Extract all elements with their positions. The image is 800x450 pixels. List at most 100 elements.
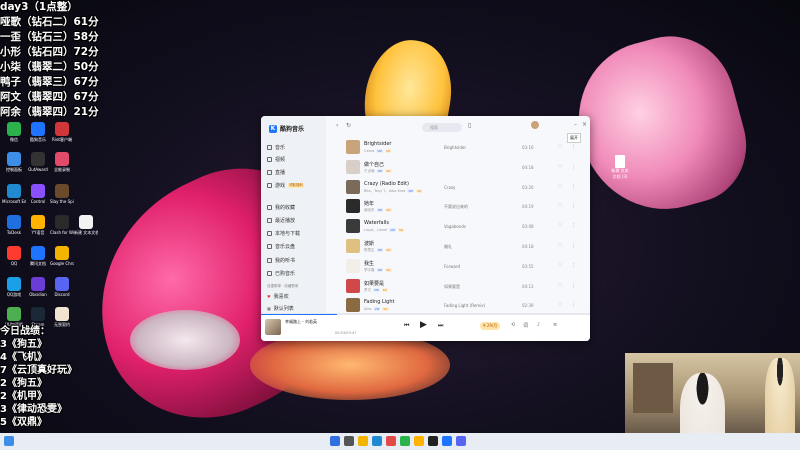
nav-item[interactable]: 我的收藏 <box>267 202 323 212</box>
progress-bar[interactable] <box>261 314 590 315</box>
song-album[interactable]: Forward <box>444 264 460 269</box>
more-icon[interactable]: ⋮ <box>571 223 576 229</box>
like-icon[interactable]: ♡ <box>558 223 562 229</box>
more-icon[interactable]: ⋮ <box>571 203 576 209</box>
prev-icon[interactable]: ⏮ <box>404 322 409 330</box>
promo-badge[interactable]: 领取福利 <box>288 182 305 188</box>
like-icon[interactable]: ♡ <box>558 263 562 269</box>
desktop-icon[interactable]: Slay the Spire 2 <box>50 184 74 204</box>
song-row[interactable]: Brightsider Ceara VIP SQ Brightsider 03:16… <box>326 138 590 158</box>
song-row[interactable]: 做个自己 于贞瑜 VIP SQ 04:18 ♡ ⋮ <box>326 158 590 178</box>
like-icon[interactable]: ♡ <box>558 144 562 150</box>
more-icon[interactable]: ⋮ <box>571 263 576 269</box>
album-cover[interactable] <box>265 319 281 335</box>
more-icon[interactable]: ⋮ <box>571 164 576 170</box>
desktop-icon[interactable]: UU加速器 <box>2 307 26 327</box>
windows-icon[interactable] <box>330 436 340 446</box>
desktop-icon[interactable]: Riot客户端 <box>50 122 74 142</box>
music-app-window[interactable]: K 酷狗音乐 音乐 视频 直播 游戏 领取福利 我的收藏 最近播放 本地与下载 音乐云盘 我的听书… <box>261 116 590 341</box>
desktop-icon[interactable]: Google Chrome <box>50 246 74 266</box>
desktop-icon[interactable]: 全能录制 <box>50 152 74 172</box>
desktop-icon[interactable]: Discord <box>50 277 74 297</box>
search-icon[interactable] <box>344 436 354 446</box>
nav-item[interactable]: 直播 <box>267 167 323 177</box>
song-album[interactable]: Crazy <box>444 185 455 190</box>
nav-item[interactable]: 本地与下载 <box>267 228 323 238</box>
queue-icon[interactable]: ≡ <box>553 322 557 328</box>
desktop-text-file[interactable]: 新建 文本文档 (3) <box>610 155 630 180</box>
song-album[interactable]: 婚礼 <box>444 244 452 250</box>
desktop-icon[interactable]: QQ <box>2 246 26 266</box>
mic-icon[interactable]: ▯ <box>468 122 471 129</box>
explorer-icon[interactable] <box>358 436 368 446</box>
nav-item[interactable]: 游戏 领取福利 <box>267 180 323 190</box>
like-icon[interactable]: ♡ <box>558 203 562 209</box>
app-icon-3[interactable] <box>428 436 438 446</box>
search-input[interactable]: 搜索 <box>422 123 462 132</box>
more-icon[interactable]: ⋮ <box>571 184 576 190</box>
start-icon[interactable] <box>4 436 14 446</box>
like-icon[interactable]: ♡ <box>558 164 562 170</box>
like-icon[interactable]: ♡ <box>558 302 562 308</box>
more-icon[interactable]: ⋮ <box>571 144 576 150</box>
back-icon[interactable]: ‹ <box>336 122 338 129</box>
like-icon[interactable]: ♡ <box>558 184 562 190</box>
nav-item[interactable]: 最近播放 <box>267 215 323 225</box>
edge-icon[interactable] <box>372 436 382 446</box>
discord-icon[interactable] <box>456 436 466 446</box>
song-album[interactable]: 不要说出来的 <box>444 204 468 210</box>
kugou-icon: K <box>269 124 277 133</box>
desktop-icon[interactable]: OutAward <box>26 152 50 172</box>
vip-badge[interactable]: ¥ 29/月 <box>480 322 501 330</box>
song-row[interactable]: 波斯 陈楚生 VIP SQ 婚礼 04:18 ♡ ⋮ <box>326 237 590 257</box>
desktop-icon[interactable]: Microsoft Edge <box>2 184 26 204</box>
nav-item[interactable]: 已购音乐 <box>267 268 323 278</box>
desktop-icon[interactable]: Obsidian <box>26 277 50 297</box>
desktop-icon[interactable]: YY语音 <box>26 215 50 235</box>
nav-item[interactable]: 视频 <box>267 154 323 164</box>
desktop-icon[interactable]: QQ游戏 <box>2 277 26 297</box>
song-row[interactable]: 如果要是 罗贝 VIP SQ 如果要是 04:13 ♡ ⋮ <box>326 277 590 297</box>
close-icon[interactable]: × <box>582 121 587 128</box>
song-row[interactable]: Waterfalls Lloyd、Lionel VIP SQ Vagabonds 0… <box>326 217 590 237</box>
desktop-icon[interactable]: 腾讯文档 <box>26 246 50 266</box>
desktop-icon[interactable]: ToDesk <box>2 215 26 235</box>
desktop-icon[interactable]: Control <box>26 184 50 204</box>
wechat-icon[interactable] <box>400 436 410 446</box>
nav-item[interactable]: 我的听书 <box>267 255 323 265</box>
next-icon[interactable]: ⏭ <box>438 322 443 330</box>
desktop-icon[interactable]: Clash for Windows <box>50 215 74 235</box>
song-row[interactable]: 她年 俞晓冬 VIP SQ 不要说出来的 04:19 ♡ ⋮ <box>326 197 590 217</box>
desktop-icon[interactable]: 微信 <box>2 122 26 142</box>
desktop-icon[interactable]: 无畏契约 <box>50 307 74 327</box>
playlist-item[interactable]: ♥ 我喜欢 <box>267 291 323 301</box>
song-album[interactable]: Brightsider <box>444 145 466 150</box>
desktop-icon[interactable]: 新建 文本文档 (2) <box>74 215 98 235</box>
song-row[interactable]: 我生 李宇春 VIP SQ Forward 03:55 ♡ ⋮ <box>326 257 590 277</box>
desktop-icon[interactable]: 酷狗音乐 <box>26 122 50 142</box>
desktop-icon[interactable]: Steam <box>26 307 50 327</box>
song-row[interactable]: Crazy (Radio Edit) Bits、Tony T、Alba Kras… <box>326 178 590 198</box>
more-icon[interactable]: ⋮ <box>571 302 576 308</box>
avatar[interactable] <box>531 121 539 129</box>
song-album[interactable]: Vagabonds <box>444 224 466 229</box>
minimize-icon[interactable]: – <box>574 121 577 128</box>
lyrics-icon[interactable]: 词 <box>523 322 528 329</box>
loop-icon[interactable]: ⟲ <box>511 322 515 328</box>
app-icon-1[interactable] <box>386 436 396 446</box>
play-icon[interactable]: ▶ <box>420 320 427 330</box>
more-icon[interactable]: ⋮ <box>571 243 576 249</box>
more-icon[interactable]: ⋮ <box>571 283 576 289</box>
desktop-icon[interactable]: 控制面板 <box>2 152 26 172</box>
like-icon[interactable]: ♡ <box>558 283 562 289</box>
song-album[interactable]: Fading Light (Remix) <box>444 303 485 308</box>
app-icon-2[interactable] <box>414 436 424 446</box>
volume-icon[interactable]: ♪ <box>537 322 540 328</box>
like-icon[interactable]: ♡ <box>558 243 562 249</box>
nav-item[interactable]: 音乐云盘 <box>267 241 323 251</box>
playlist-item[interactable]: ■ 默认列表 <box>267 303 323 313</box>
nav-item[interactable]: 音乐 <box>267 142 323 152</box>
kugou-taskbar-icon[interactable] <box>442 436 452 446</box>
song-album[interactable]: 如果要是 <box>444 284 460 290</box>
refresh-icon[interactable]: ↻ <box>346 122 351 129</box>
